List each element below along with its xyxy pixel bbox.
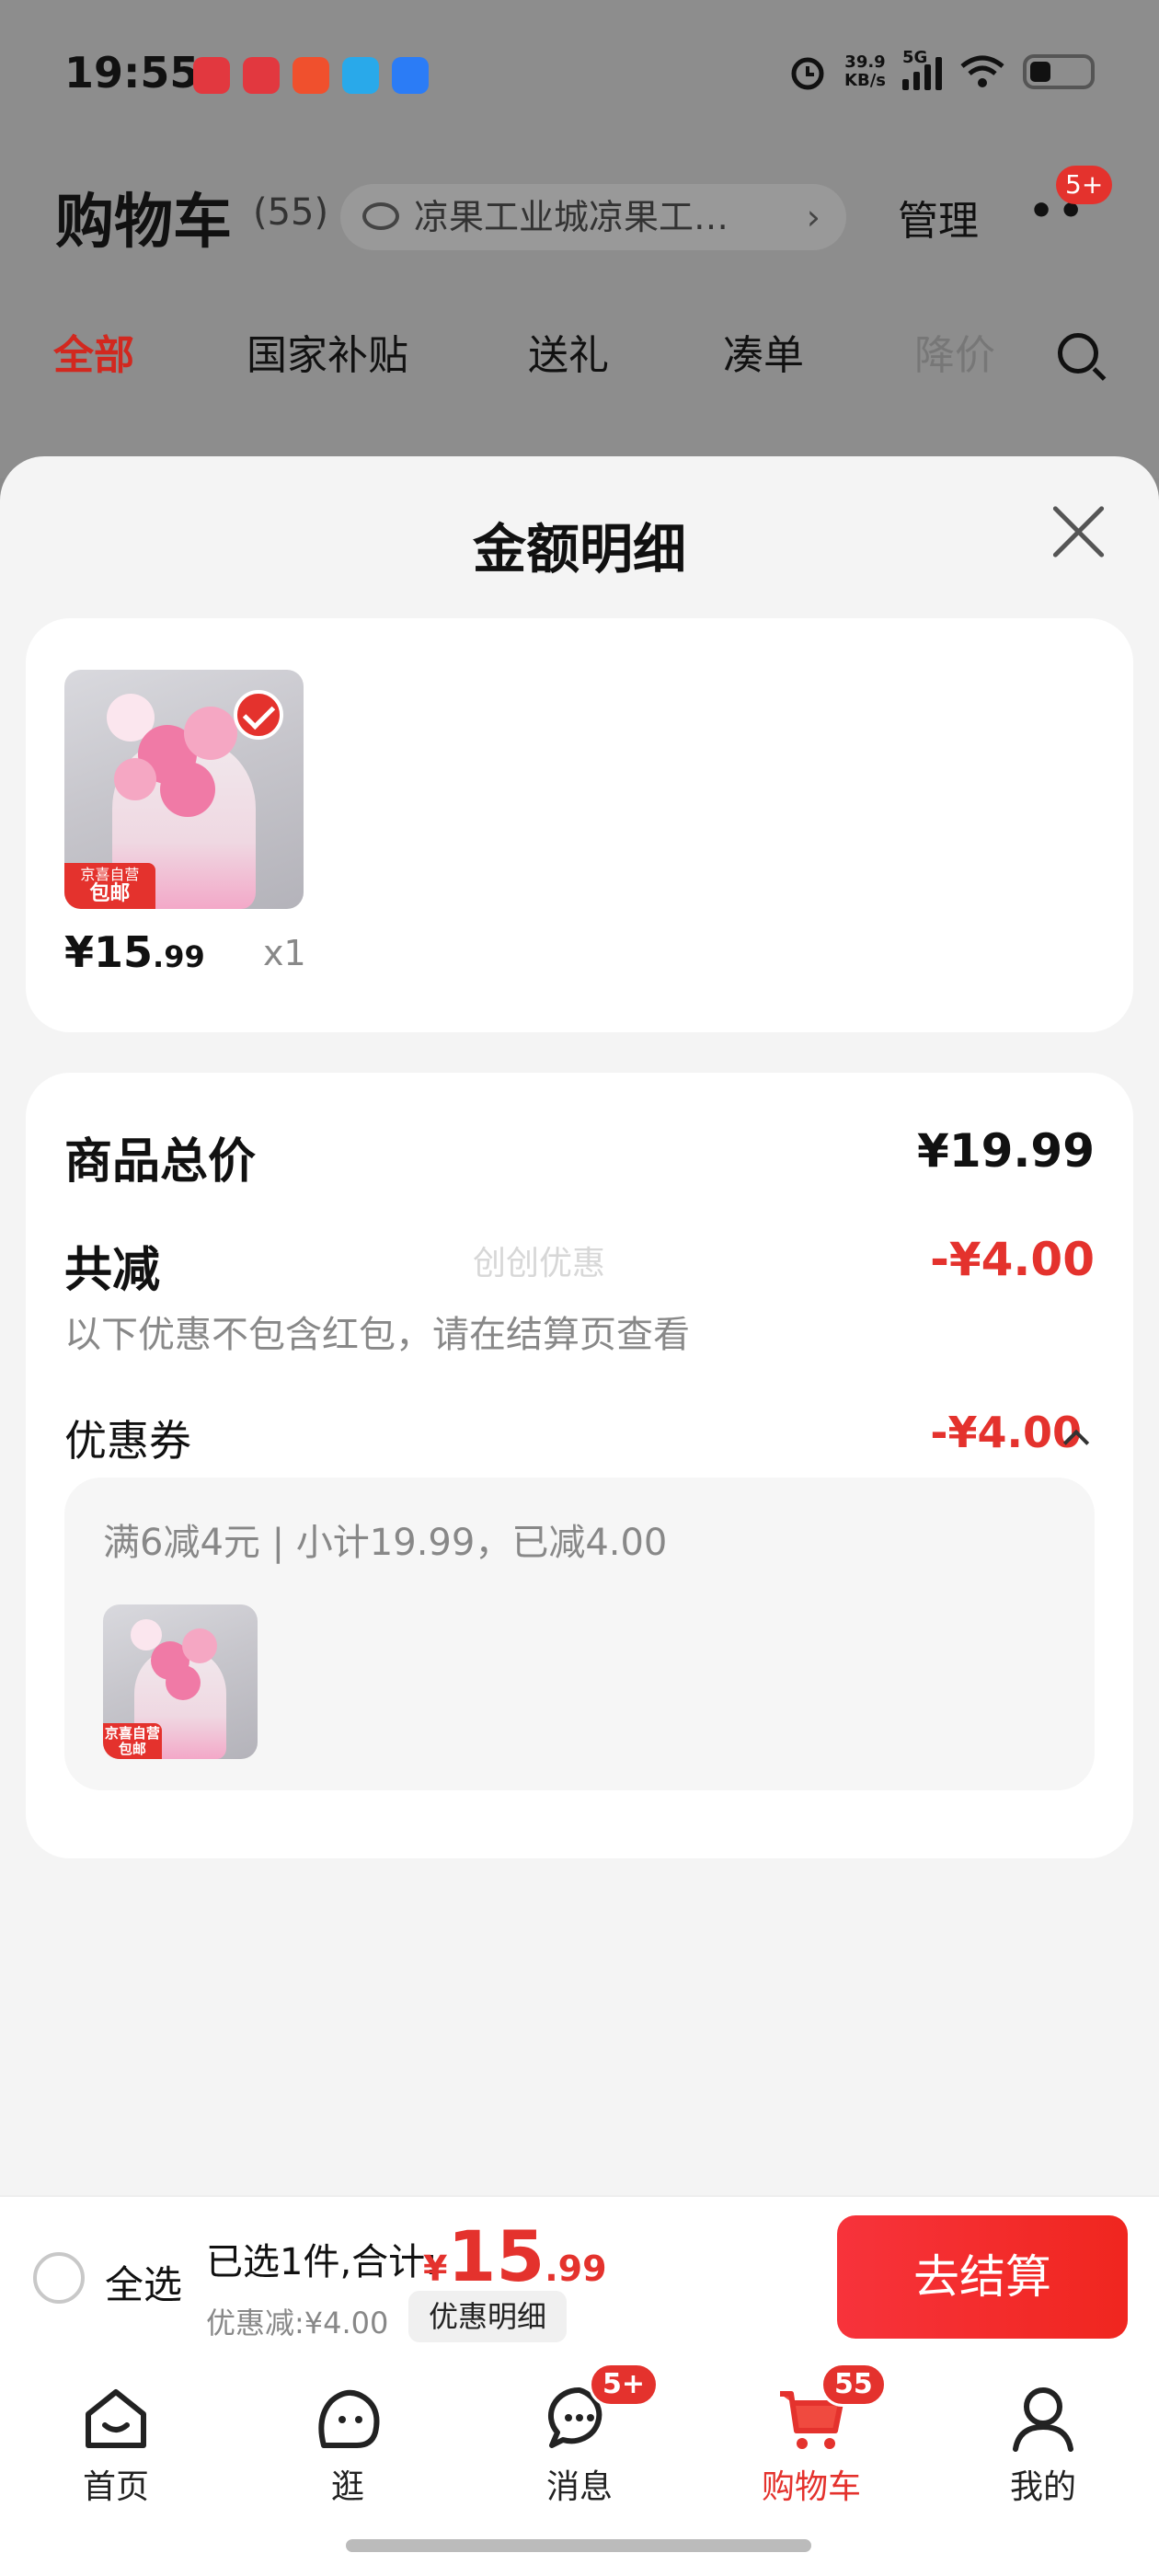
sheet-title: 金额明细 [472,518,686,581]
reduce-note: 以下优惠不包含红包，请在结算页查看 [64,1314,690,1356]
status-time: 19:55 [64,48,200,98]
tab-price-drop[interactable]: 降价 [914,322,1006,381]
flower-shape [184,707,237,760]
product-price-dec: .99 [153,939,205,974]
address-text: 凉果工业城凉果工… [414,197,729,237]
cart-tabs: 全部 国家补贴 送礼 凑单 降价 [0,322,1159,396]
chevron-right-icon: › [806,197,820,237]
checkout-bar: 全选 已选1件,合计: ¥15.99 优惠减:¥4.00 优惠明细 去结算 [0,2195,1159,2359]
status-bar: 19:55 39.9 KB/s 5G [0,0,1159,147]
tab-bundle[interactable]: 凑单 [723,322,804,381]
tab-gift[interactable]: 送礼 [528,322,609,381]
nav-home-label: 首页 [82,2468,149,2506]
product-price-int: ¥15 [64,927,154,977]
app-notification-icon [392,57,429,94]
product-card: 京喜自营 包邮 ¥15.99 x1 [26,618,1133,1032]
checkout-button[interactable]: 去结算 [837,2215,1128,2339]
home-icon [86,2389,146,2448]
product-price: ¥15.99 [64,927,205,977]
background-cart-page: 19:55 39.9 KB/s 5G 购物车 (55) 凉果工业城凉果工… › … [0,0,1159,478]
nav-messages-badge: 5+ [589,2363,660,2407]
net-speed-unit: KB/s [844,71,886,90]
reduce-label: 共减 [64,1243,161,1298]
total-dec: .99 [545,2248,607,2289]
more-badge: 5+ [1056,166,1113,204]
cart-count: (55) [253,191,329,234]
explore-icon [318,2389,380,2448]
battery-icon [1023,54,1095,89]
address-selector[interactable]: 凉果工业城凉果工… › [340,184,846,250]
total-yen: ¥ [423,2248,448,2289]
nav-home[interactable]: 首页 [0,2359,232,2524]
nav-explore[interactable]: 逛 [232,2359,464,2524]
tab-all[interactable]: 全部 [53,322,134,381]
nav-messages[interactable]: 5+ 消息 [464,2359,695,2524]
net-speed: 39.9 KB/s [844,53,886,90]
coupon-label[interactable]: 优惠券 [64,1408,191,1468]
nav-messages-label: 消息 [545,2468,613,2506]
nav-profile-label: 我的 [1009,2468,1076,2506]
eye-icon [362,202,399,230]
discount-detail-button[interactable]: 优惠明细 [408,2291,568,2342]
nav-cart[interactable]: 55 购物车 [695,2359,927,2524]
selected-summary: 已选1件,合计: [206,2241,438,2283]
total-price: ¥15.99 [423,2215,607,2297]
tab-national-subsidy[interactable]: 国家补贴 [247,322,408,381]
total-price-label: 商品总价 [64,1134,257,1190]
coupon-product-tag: 京喜自营 包邮 [103,1723,162,1759]
app-notification-icon [193,57,230,94]
flower-shape [114,758,156,800]
product-quantity: x1 [263,933,306,973]
app-notification-icon [342,57,379,94]
total-price-value: ¥19.99 [917,1124,1095,1178]
flower-shape [182,1628,217,1663]
net-speed-value: 39.9 [844,52,886,72]
select-all-radio[interactable] [33,2252,85,2304]
product-tag-line2: 包邮 [89,881,131,905]
select-all-label[interactable]: 全选 [105,2254,182,2310]
nav-cart-label: 购物车 [761,2468,861,2506]
cart-title: 购物车 [55,189,232,257]
status-indicators: 39.9 KB/s 5G [787,48,1095,92]
total-int: 15 [447,2215,545,2297]
profile-icon [1013,2387,1073,2452]
coupon-product-image[interactable]: 京喜自营 包邮 [103,1604,258,1759]
status-app-icons [193,57,429,94]
coupon-value[interactable]: -¥4.00 [930,1408,1082,1457]
home-indicator[interactable] [346,2539,811,2552]
discount-text: 优惠减:¥4.00 [206,2306,389,2340]
flower-shape [160,762,215,817]
cart-header: 购物车 (55) 凉果工业城凉果工… › 管理 •• 5+ [0,166,1159,267]
manage-button[interactable]: 管理 [898,188,979,247]
watermark-text: 创创优惠 [473,1245,606,1282]
app-notification-icon [243,57,280,94]
product-tag-line1: 京喜自营 [80,866,140,884]
reduce-value: -¥4.00 [930,1233,1095,1286]
flower-shape [166,1665,201,1700]
cellular-signal: 5G [902,48,942,90]
network-type: 5G [902,48,928,67]
alarm-icon [791,57,824,90]
nav-explore-label: 逛 [330,2468,364,2506]
coupon-detail-text: 满6减4元 | 小计19.99，已减4.00 [103,1522,668,1564]
selected-check-icon [234,690,283,740]
product-image[interactable]: 京喜自营 包邮 [64,670,304,909]
wifi-icon [960,55,1004,87]
close-icon[interactable] [1049,502,1107,561]
app-notification-icon [293,57,329,94]
search-icon[interactable] [1058,333,1098,374]
nav-profile[interactable]: 我的 [927,2359,1159,2524]
product-tag: 京喜自营 包邮 [64,863,155,909]
nav-cart-badge: 55 [820,2363,887,2407]
